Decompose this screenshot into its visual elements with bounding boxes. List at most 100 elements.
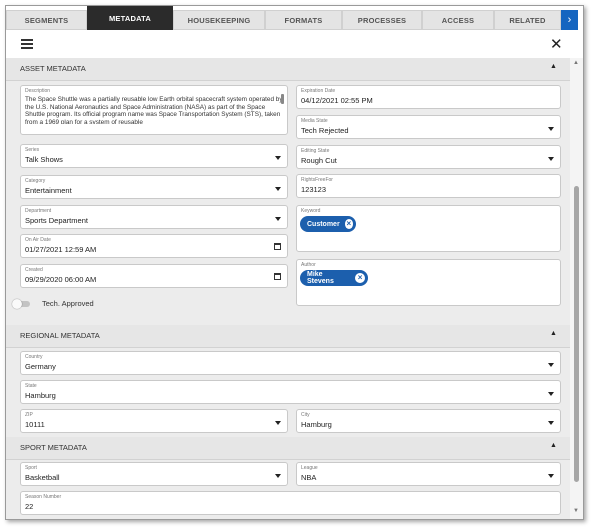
caret-down-icon[interactable] bbox=[548, 421, 554, 425]
caret-down-icon[interactable] bbox=[548, 127, 554, 131]
zip-select[interactable]: ZIP 10111 bbox=[20, 409, 288, 433]
media-state-select[interactable]: Media State Tech Rejected bbox=[296, 115, 561, 139]
metadata-window: SEGMENTS METADATA HOUSEKEEPING FORMATS P… bbox=[5, 5, 584, 520]
field-value: NBA bbox=[301, 473, 317, 482]
section-title: REGIONAL METADATA bbox=[20, 331, 100, 340]
keyword-chip[interactable]: Customer × bbox=[300, 216, 356, 232]
field-label: Country bbox=[25, 354, 43, 360]
caret-down-icon[interactable] bbox=[275, 187, 281, 191]
series-select[interactable]: Series Talk Shows bbox=[20, 144, 288, 168]
field-label: Keyword bbox=[301, 208, 321, 214]
chip-label: Customer bbox=[307, 220, 340, 228]
field-value: Germany bbox=[25, 362, 56, 371]
hamburger-icon[interactable] bbox=[21, 39, 33, 49]
field-value: Tech Rejected bbox=[301, 126, 349, 135]
field-label: League bbox=[301, 465, 318, 471]
toolbar: ✕ bbox=[6, 30, 583, 58]
tab-access[interactable]: ACCESS bbox=[422, 10, 494, 30]
field-value: Hamburg bbox=[301, 420, 332, 429]
asset-metadata-header[interactable]: ASSET METADATA ▲ bbox=[6, 58, 570, 81]
section-title: ASSET METADATA bbox=[20, 64, 86, 73]
caret-down-icon[interactable] bbox=[275, 421, 281, 425]
next-tabs-button[interactable]: › bbox=[561, 10, 578, 30]
field-value: Hamburg bbox=[25, 391, 56, 400]
field-label: Description bbox=[25, 88, 51, 94]
panel-scrollbar[interactable]: ▲ ▼ bbox=[570, 58, 583, 519]
description-text[interactable]: The Space Shuttle was a partially reusab… bbox=[25, 96, 283, 124]
sport-select[interactable]: Sport Basketball bbox=[20, 462, 288, 486]
field-label: Department bbox=[25, 208, 52, 214]
tab-formats[interactable]: FORMATS bbox=[265, 10, 342, 30]
scrollbar-thumb[interactable] bbox=[574, 186, 579, 482]
field-value: 09/29/2020 06:00 AM bbox=[25, 275, 97, 284]
field-value: Talk Shows bbox=[25, 155, 63, 164]
tech-approved-toggle[interactable] bbox=[12, 299, 30, 309]
chip-label: Mike Stevens bbox=[307, 271, 334, 285]
scroll-down-icon[interactable]: ▼ bbox=[573, 508, 579, 514]
field-label: City bbox=[301, 412, 310, 418]
field-label: Category bbox=[25, 178, 46, 184]
field-value: Rough Cut bbox=[301, 156, 337, 165]
country-select[interactable]: Country Germany bbox=[20, 351, 561, 375]
author-chip[interactable]: Mike Stevens × bbox=[300, 270, 368, 286]
field-value: 123123 bbox=[301, 185, 327, 194]
field-value: 01/27/2021 12:59 AM bbox=[25, 245, 97, 254]
state-select[interactable]: State Hamburg bbox=[20, 380, 561, 404]
field-label: Series bbox=[25, 147, 40, 153]
caret-down-icon[interactable] bbox=[275, 217, 281, 221]
department-select[interactable]: Department Sports Department bbox=[20, 205, 288, 229]
tab-housekeeping[interactable]: HOUSEKEEPING bbox=[173, 10, 265, 30]
metadata-panel: ASSET METADATA ▲ Description The Space S… bbox=[6, 58, 570, 519]
section-title: SPORT METADATA bbox=[20, 443, 87, 452]
remove-circle-icon[interactable]: × bbox=[355, 273, 365, 283]
city-select[interactable]: City Hamburg bbox=[296, 409, 561, 433]
caret-down-icon[interactable] bbox=[275, 156, 281, 160]
tab-metadata[interactable]: METADATA bbox=[87, 6, 173, 30]
field-value: 10111 bbox=[25, 420, 45, 429]
scroll-up-icon[interactable]: ▲ bbox=[573, 60, 579, 66]
expiration-date-input[interactable]: Expiration Date 04/12/2021 02:55 PM bbox=[296, 85, 561, 109]
remove-circle-icon[interactable]: × bbox=[344, 219, 353, 229]
description-scrollbar[interactable] bbox=[281, 94, 284, 104]
close-icon[interactable]: ✕ bbox=[550, 35, 563, 53]
author-field[interactable]: Author Mike Stevens × bbox=[296, 259, 561, 306]
field-value: Entertainment bbox=[25, 186, 72, 195]
caret-down-icon[interactable] bbox=[548, 392, 554, 396]
keyword-field[interactable]: Keyword Customer × bbox=[296, 205, 561, 252]
tab-bar: SEGMENTS METADATA HOUSEKEEPING FORMATS P… bbox=[6, 6, 583, 30]
sport-metadata-header[interactable]: SPORT METADATA ▲ bbox=[6, 437, 570, 460]
created-date-input[interactable]: Created 09/29/2020 06:00 AM bbox=[20, 264, 288, 288]
field-label: Media State bbox=[301, 118, 328, 124]
field-label: ZIP bbox=[25, 412, 33, 418]
editing-state-select[interactable]: Editing State Rough Cut bbox=[296, 145, 561, 169]
toggle-knob[interactable] bbox=[12, 299, 22, 309]
caret-down-icon[interactable] bbox=[548, 363, 554, 367]
regional-metadata-header[interactable]: REGIONAL METADATA ▲ bbox=[6, 325, 570, 348]
rights-free-for-input[interactable]: RightsFreeFor 123123 bbox=[296, 174, 561, 198]
caret-up-icon[interactable]: ▲ bbox=[550, 442, 557, 449]
chevron-right-icon: › bbox=[567, 14, 572, 26]
caret-down-icon[interactable] bbox=[548, 474, 554, 478]
field-label: State bbox=[25, 383, 37, 389]
category-select[interactable]: Category Entertainment bbox=[20, 175, 288, 199]
tab-processes[interactable]: PROCESSES bbox=[342, 10, 422, 30]
tab-related[interactable]: RELATED bbox=[494, 10, 561, 30]
field-label: On Air Date bbox=[25, 237, 51, 243]
field-value: Basketball bbox=[25, 473, 60, 482]
caret-up-icon[interactable]: ▲ bbox=[550, 63, 557, 70]
field-value: 04/12/2021 02:55 PM bbox=[301, 96, 373, 105]
field-label: Sport bbox=[25, 465, 37, 471]
on-air-date-input[interactable]: On Air Date 01/27/2021 12:59 AM bbox=[20, 234, 288, 258]
field-label: Editing State bbox=[301, 148, 330, 154]
description-field[interactable]: Description The Space Shuttle was a part… bbox=[20, 85, 288, 135]
calendar-icon[interactable] bbox=[274, 243, 281, 250]
caret-down-icon[interactable] bbox=[275, 474, 281, 478]
tab-segments[interactable]: SEGMENTS bbox=[6, 10, 87, 30]
caret-up-icon[interactable]: ▲ bbox=[550, 330, 557, 337]
tech-approved-label: Tech. Approved bbox=[42, 299, 94, 308]
league-select[interactable]: League NBA bbox=[296, 462, 561, 486]
field-label: RightsFreeFor bbox=[301, 177, 333, 183]
season-number-input[interactable]: Season Number 22 bbox=[20, 491, 561, 515]
calendar-icon[interactable] bbox=[274, 273, 281, 280]
caret-down-icon[interactable] bbox=[548, 157, 554, 161]
